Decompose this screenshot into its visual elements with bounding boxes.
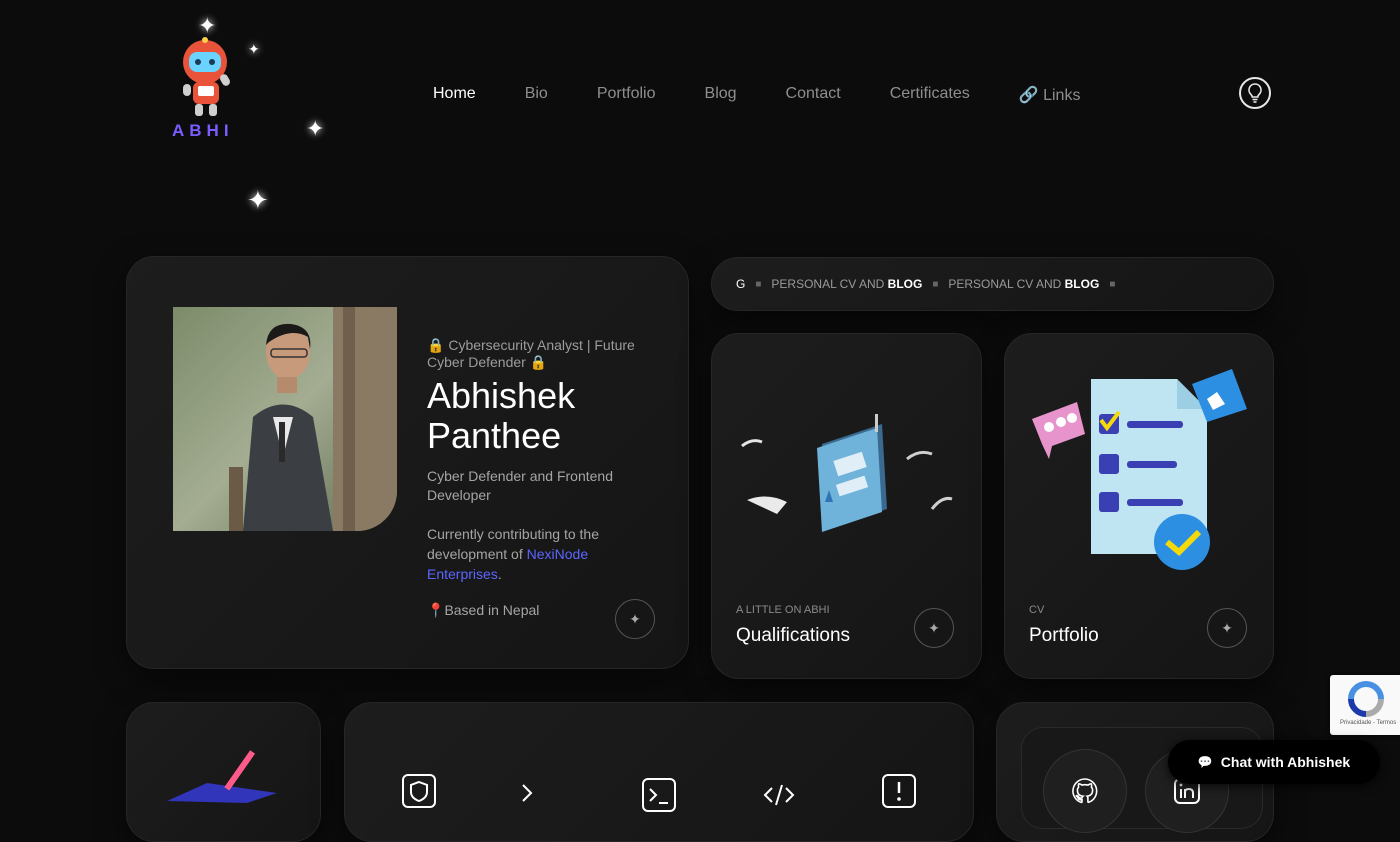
sparkle-icon: ✦	[198, 13, 217, 38]
marquee-item: PERSONAL CV AND BLOG	[948, 277, 1099, 291]
link-icon: 🔗	[1018, 87, 1044, 104]
sparkle-arrow-icon: ✦	[629, 610, 641, 627]
sparkle-icon: ✦	[247, 185, 269, 215]
portfolio-subtitle: CV	[1029, 604, 1045, 616]
recaptcha-text: Privacidade - Termos	[1340, 720, 1397, 726]
theme-toggle-button[interactable]	[1239, 77, 1271, 109]
contrib-suffix: .	[497, 566, 502, 582]
sparkle-arrow-icon: ✦	[928, 619, 940, 636]
pin-icon: 📍	[427, 602, 445, 618]
marquee-item-bold: BLOG	[887, 277, 923, 291]
profile-name-last: Panthee	[427, 415, 562, 456]
chat-button[interactable]: 💬 Chat with Abhishek	[1168, 740, 1380, 784]
marquee-item: PERSONAL CV AND BLOG	[771, 277, 922, 291]
marquee-item-bold: BLOG	[1064, 277, 1100, 291]
qualifications-card[interactable]: A LITTLE ON ABHI Qualifications ✦	[711, 333, 982, 679]
sparkle-icon: ✦	[306, 116, 325, 141]
chat-bubble-icon: 💬	[1197, 755, 1213, 769]
qualifications-subtitle: A LITTLE ON ABHI	[736, 604, 830, 616]
portfolio-open-button[interactable]: ✦	[1207, 608, 1247, 648]
tools-card	[344, 702, 974, 842]
book-illustration-icon	[741, 414, 953, 532]
terminal-icon[interactable]	[641, 777, 677, 813]
github-button[interactable]	[1043, 749, 1127, 833]
github-icon	[1072, 778, 1098, 804]
marquee-banner: G ■ PERSONAL CV AND BLOG ■ PERSONAL CV A…	[711, 257, 1274, 311]
recaptcha-icon	[1348, 681, 1384, 717]
shield-icon[interactable]	[401, 773, 437, 809]
sparkle-icon: ✦	[248, 41, 260, 57]
portfolio-title: Portfolio	[1029, 625, 1099, 646]
lightbulb-icon	[1248, 83, 1262, 103]
profile-name: Abhishek Panthee	[427, 376, 575, 456]
nav-contact[interactable]: Contact	[786, 85, 841, 105]
marquee-track: G ■ PERSONAL CV AND BLOG ■ PERSONAL CV A…	[712, 277, 1115, 291]
lock-icon: 🔒	[427, 337, 449, 353]
logo-text: ABHI	[172, 121, 234, 140]
main-nav: Home Bio Portfolio Blog Contact Certific…	[433, 85, 1080, 105]
nav-home[interactable]: Home	[433, 85, 476, 105]
marquee-dot: ■	[755, 278, 762, 290]
qualifications-title: Qualifications	[736, 625, 851, 646]
nav-bio[interactable]: Bio	[525, 85, 548, 105]
profile-contribution: Currently contributing to the developmen…	[427, 524, 647, 584]
profile-location-text: Based in Nepal	[444, 602, 540, 618]
robot-mascot-icon	[183, 37, 230, 116]
qualifications-open-button[interactable]: ✦	[914, 608, 954, 648]
chevron-right-icon[interactable]	[515, 781, 539, 805]
chat-button-label: Chat with Abhishek	[1220, 754, 1351, 770]
nav-links[interactable]: 🔗 Links	[1019, 85, 1081, 105]
pen-paper-illustration-icon	[167, 750, 277, 803]
nav-certificates[interactable]: Certificates	[890, 85, 970, 105]
checklist-illustration-icon	[1032, 369, 1247, 570]
profile-location: 📍Based in Nepal	[427, 602, 539, 619]
profile-name-first: Abhishek	[427, 375, 576, 416]
blog-card[interactable]	[126, 702, 321, 842]
profile-description: Cyber Defender and Frontend Developer	[427, 468, 613, 503]
nav-blog[interactable]: Blog	[705, 85, 737, 105]
marquee-dot: ■	[932, 278, 939, 290]
alert-icon[interactable]	[881, 773, 917, 809]
profile-photo-image	[173, 307, 397, 531]
profile-open-button[interactable]: ✦	[615, 599, 655, 639]
marquee-partial: G	[736, 277, 746, 291]
lock-icon: 🔒	[525, 354, 548, 370]
portfolio-card[interactable]: CV Portfolio ✦	[1004, 333, 1274, 679]
profile-role: 🔒 Cybersecurity Analyst | Future Cyber D…	[427, 337, 637, 371]
nav-portfolio[interactable]: Portfolio	[597, 85, 656, 105]
marquee-item-text: PERSONAL CV AND	[948, 277, 1065, 291]
recaptcha-badge[interactable]: Privacidade - Termos	[1330, 675, 1400, 735]
sparkle-arrow-icon: ✦	[1221, 619, 1233, 636]
profile-photo	[173, 307, 397, 531]
nav-links-label: Links	[1043, 87, 1081, 104]
profile-card: 🔒 Cybersecurity Analyst | Future Cyber D…	[126, 256, 689, 669]
marquee-item-text: PERSONAL CV AND	[771, 277, 888, 291]
code-icon[interactable]	[761, 777, 797, 813]
marquee-dot: ■	[1109, 278, 1116, 290]
